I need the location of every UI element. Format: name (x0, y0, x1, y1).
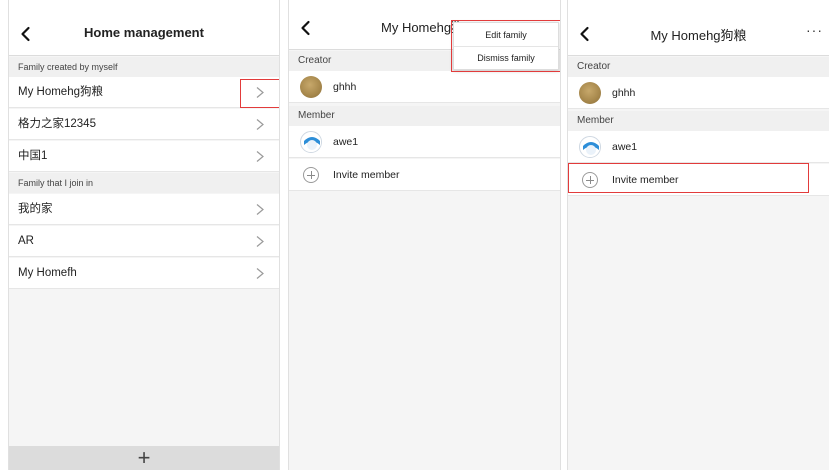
family-name: My Homefh (18, 267, 77, 279)
member-row[interactable]: awe1 (568, 131, 829, 163)
header-bar: My Homehg狗粮 ··· (568, 12, 829, 56)
page-title: My Homehg狗粮 (650, 28, 747, 43)
plus-icon: + (137, 445, 151, 470)
edit-family-menu-item[interactable]: Edit family (454, 24, 558, 47)
creator-row[interactable]: ghhh (568, 77, 829, 109)
creator-row[interactable]: ghhh (289, 71, 560, 103)
user-avatar-icon (579, 136, 601, 158)
creator-name: ghhh (333, 81, 357, 93)
chevron-right-icon (256, 236, 264, 247)
family-row-created[interactable]: My Homehg狗粮 (9, 77, 279, 108)
member-header: Member (568, 111, 829, 131)
creator-header: Creator (568, 57, 829, 77)
avatar (300, 76, 322, 98)
add-circle-icon (582, 172, 598, 188)
family-row-created[interactable]: 格力之家12345 (9, 109, 279, 140)
family-name: 格力之家12345 (18, 118, 96, 130)
add-circle-icon (303, 167, 319, 183)
status-strip (9, 0, 279, 12)
family-options-menu: Edit family Dismiss family (453, 22, 559, 70)
member-name: awe1 (333, 136, 359, 148)
family-row-created[interactable]: 中国1 (9, 141, 279, 172)
family-name: 中国1 (18, 150, 48, 162)
chevron-right-icon (256, 87, 264, 98)
chevron-right-icon (256, 204, 264, 215)
member-row[interactable]: awe1 (289, 126, 560, 158)
home-management-screen: Home management Family created by myself… (8, 0, 280, 470)
page-title: My Homehg狗 (381, 20, 465, 35)
invite-label: Invite member (333, 169, 400, 181)
member-header: Member (289, 106, 560, 126)
invite-member-row[interactable]: Invite member (568, 164, 829, 196)
section-header-created: Family created by myself (9, 57, 279, 77)
family-detail-menu-screen: My Homehg狗 Creator ghhh Member awe1 Invi… (288, 0, 561, 470)
invite-member-row[interactable]: Invite member (289, 159, 560, 191)
section-header-joined: Family that I join in (9, 173, 279, 193)
family-row-joined[interactable]: 我的家 (9, 194, 279, 225)
back-arrow-icon[interactable] (297, 19, 315, 37)
creator-name: ghhh (612, 87, 636, 99)
user-avatar-icon (300, 131, 322, 153)
page-title: Home management (84, 25, 204, 40)
family-row-joined[interactable]: My Homefh (9, 258, 279, 289)
member-name: awe1 (612, 141, 638, 153)
family-row-joined[interactable]: AR (9, 226, 279, 257)
add-family-button[interactable]: + (9, 446, 279, 470)
header-bar: Home management (9, 12, 279, 56)
dismiss-family-menu-item[interactable]: Dismiss family (454, 47, 558, 70)
status-strip (568, 0, 829, 12)
more-options-icon[interactable]: ··· (806, 22, 823, 38)
family-detail-screen: My Homehg狗粮 ··· Creator ghhh Member awe1… (567, 0, 829, 470)
chevron-right-icon (256, 268, 264, 279)
family-name: My Homehg狗粮 (18, 86, 103, 98)
family-name: 我的家 (18, 203, 53, 215)
chevron-right-icon (256, 119, 264, 130)
avatar (579, 82, 601, 104)
chevron-right-icon (256, 151, 264, 162)
invite-label: Invite member (612, 174, 679, 186)
family-name: AR (18, 235, 34, 247)
